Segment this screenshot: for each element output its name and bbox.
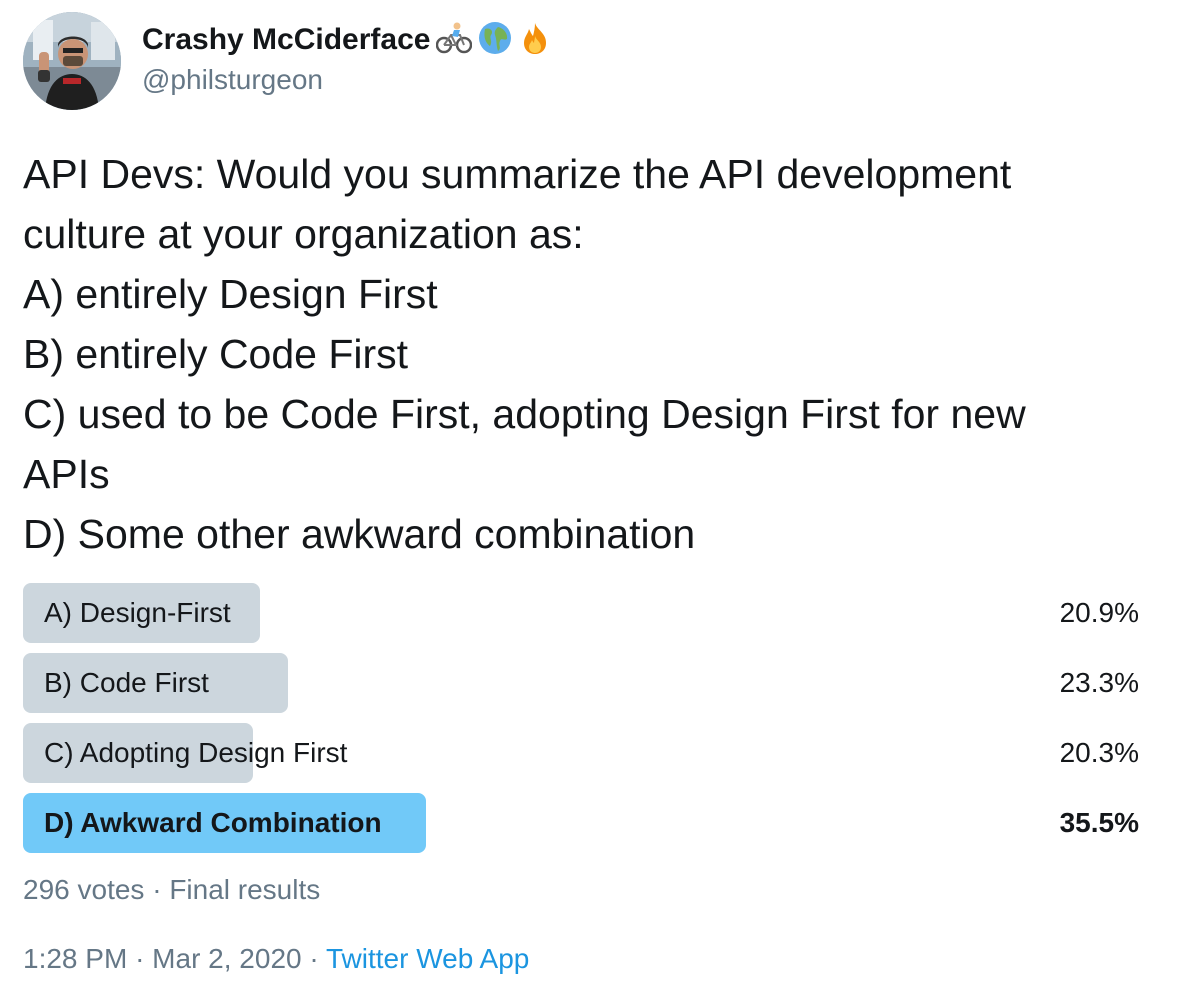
avatar-photo xyxy=(23,12,121,110)
poll-option-label: B) Code First xyxy=(44,667,209,698)
separator-dot: · xyxy=(309,943,319,974)
separator-dot: · xyxy=(152,874,162,905)
tweet-text-line: A) entirely Design First xyxy=(23,271,438,317)
tweet-metadata: 1:28 PM · Mar 2, 2020 · Twitter Web App xyxy=(23,943,529,975)
tweet-text-line: C) used to be Code First, adopting Desig… xyxy=(23,391,1026,437)
tweet-text-line: API Devs: Would you summarize the API de… xyxy=(23,151,1012,197)
separator-dot: · xyxy=(135,943,145,974)
tweet-text-line: D) Some other awkward combination xyxy=(23,511,696,557)
poll-option-d: D) Awkward Combination 35.5% xyxy=(23,793,1139,853)
tweet-text: API Devs: Would you summarize the API de… xyxy=(23,144,1153,564)
source-link[interactable]: Twitter Web App xyxy=(326,943,529,974)
tweet-date[interactable]: Mar 2, 2020 xyxy=(152,943,301,974)
tweet-text-line: APIs xyxy=(23,451,110,497)
tweet-time[interactable]: 1:28 PM xyxy=(23,943,127,974)
poll-summary: 296 votes · Final results xyxy=(23,874,320,906)
globe-icon xyxy=(478,21,512,60)
poll-option-percent: 20.3% xyxy=(1059,737,1139,768)
poll-option-percent: 20.9% xyxy=(1059,597,1139,628)
avatar[interactable] xyxy=(23,12,121,110)
poll-status: Final results xyxy=(169,874,321,905)
poll-vote-count: 296 votes xyxy=(23,874,145,905)
fire-icon xyxy=(518,21,552,60)
author-handle[interactable]: @philsturgeon xyxy=(142,64,323,96)
poll-option-label: D) Awkward Combination xyxy=(44,807,382,838)
author-name-row[interactable]: Crashy McCiderface xyxy=(142,20,552,60)
poll-option-label: A) Design-First xyxy=(44,597,231,628)
poll-option-a: A) Design-First 20.9% xyxy=(23,583,1139,643)
poll-option-percent: 23.3% xyxy=(1059,667,1139,698)
tweet-text-line: B) entirely Code First xyxy=(23,331,409,377)
poll-option-percent: 35.5% xyxy=(1059,807,1139,838)
poll-option-c: C) Adopting Design First 20.3% xyxy=(23,723,1139,783)
poll-option-label: C) Adopting Design First xyxy=(44,737,348,768)
author-display-name[interactable]: Crashy McCiderface xyxy=(142,23,430,57)
bicyclist-icon xyxy=(436,21,473,60)
tweet-text-line: culture at your organization as: xyxy=(23,211,584,257)
poll-option-b: B) Code First 23.3% xyxy=(23,653,1139,713)
